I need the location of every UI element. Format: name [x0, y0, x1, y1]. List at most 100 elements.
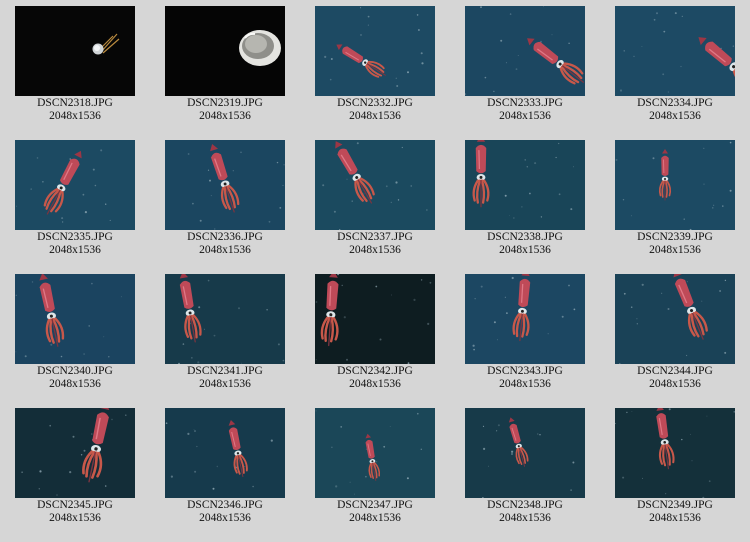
- thumbnail-item[interactable]: DSCN2335.JPG 2048x1536: [15, 140, 135, 274]
- thumbnail-dimensions: 2048x1536: [649, 244, 701, 256]
- thumbnail-dimensions: 2048x1536: [349, 512, 401, 524]
- thumbnail-image[interactable]: [615, 6, 735, 96]
- thumbnail-item[interactable]: DSCN2332.JPG 2048x1536: [315, 6, 435, 140]
- thumbnail-caption: DSCN2337.JPG 2048x1536: [315, 231, 435, 257]
- thumbnail-dimensions: 2048x1536: [49, 110, 101, 122]
- thumbnail-item[interactable]: DSCN2339.JPG 2048x1536: [615, 140, 735, 274]
- thumbnail-filename[interactable]: DSCN2334.JPG: [615, 97, 735, 110]
- thumbnail-item[interactable]: DSCN2346.JPG 2048x1536: [165, 408, 285, 542]
- thumbnail-caption: DSCN2342.JPG 2048x1536: [315, 365, 435, 391]
- thumbnail-dimensions: 2048x1536: [349, 110, 401, 122]
- thumbnail-caption: DSCN2340.JPG 2048x1536: [15, 365, 135, 391]
- thumbnail-caption: DSCN2339.JPG 2048x1536: [615, 231, 735, 257]
- thumbnail-image[interactable]: [15, 408, 135, 498]
- thumbnail-caption: DSCN2341.JPG 2048x1536: [165, 365, 285, 391]
- thumbnail-image[interactable]: [315, 6, 435, 96]
- thumbnail-caption: DSCN2348.JPG 2048x1536: [465, 499, 585, 525]
- thumbnail-image[interactable]: [165, 274, 285, 364]
- thumbnail-filename[interactable]: DSCN2347.JPG: [315, 499, 435, 512]
- thumbnail-filename[interactable]: DSCN2343.JPG: [465, 365, 585, 378]
- thumbnail-filename[interactable]: DSCN2333.JPG: [465, 97, 585, 110]
- thumbnail-item[interactable]: DSCN2340.JPG 2048x1536: [15, 274, 135, 408]
- thumbnail-caption: DSCN2334.JPG 2048x1536: [615, 97, 735, 123]
- thumbnail-dimensions: 2048x1536: [349, 378, 401, 390]
- thumbnail-dimensions: 2048x1536: [49, 378, 101, 390]
- thumbnail-dimensions: 2048x1536: [199, 378, 251, 390]
- thumbnail-image[interactable]: [315, 140, 435, 230]
- thumbnail-dimensions: 2048x1536: [649, 512, 701, 524]
- thumbnail-caption: DSCN2335.JPG 2048x1536: [15, 231, 135, 257]
- thumbnail-image[interactable]: [465, 6, 585, 96]
- thumbnail-image[interactable]: [615, 140, 735, 230]
- thumbnail-caption: DSCN2332.JPG 2048x1536: [315, 97, 435, 123]
- thumbnail-item[interactable]: DSCN2344.JPG 2048x1536: [615, 274, 735, 408]
- thumbnail-caption: DSCN2346.JPG 2048x1536: [165, 499, 285, 525]
- thumbnail-image[interactable]: [165, 6, 285, 96]
- thumbnail-filename[interactable]: DSCN2319.JPG: [165, 97, 285, 110]
- thumbnail-filename[interactable]: DSCN2348.JPG: [465, 499, 585, 512]
- thumbnail-dimensions: 2048x1536: [49, 244, 101, 256]
- thumbnail-filename[interactable]: DSCN2332.JPG: [315, 97, 435, 110]
- thumbnail-item[interactable]: DSCN2334.JPG 2048x1536: [615, 6, 735, 140]
- thumbnail-dimensions: 2048x1536: [199, 512, 251, 524]
- thumbnail-filename[interactable]: DSCN2341.JPG: [165, 365, 285, 378]
- thumbnail-image[interactable]: [15, 140, 135, 230]
- thumbnail-item[interactable]: DSCN2348.JPG 2048x1536: [465, 408, 585, 542]
- thumbnail-item[interactable]: DSCN2343.JPG 2048x1536: [465, 274, 585, 408]
- thumbnail-image[interactable]: [615, 274, 735, 364]
- thumbnail-caption: DSCN2338.JPG 2048x1536: [465, 231, 585, 257]
- thumbnail-image[interactable]: [15, 6, 135, 96]
- thumbnail-item[interactable]: DSCN2345.JPG 2048x1536: [15, 408, 135, 542]
- thumbnail-dimensions: 2048x1536: [499, 512, 551, 524]
- thumbnail-image[interactable]: [315, 408, 435, 498]
- thumbnail-item[interactable]: DSCN2318.JPG 2048x1536: [15, 6, 135, 140]
- thumbnail-image[interactable]: [465, 408, 585, 498]
- thumbnail-filename[interactable]: DSCN2340.JPG: [15, 365, 135, 378]
- thumbnail-item[interactable]: DSCN2349.JPG 2048x1536: [615, 408, 735, 542]
- thumbnail-grid: DSCN2318.JPG 2048x1536 DSCN2319.JPG 2048x15…: [15, 6, 735, 542]
- thumbnail-filename[interactable]: DSCN2337.JPG: [315, 231, 435, 244]
- thumbnail-image[interactable]: [165, 408, 285, 498]
- thumbnail-caption: DSCN2344.JPG 2048x1536: [615, 365, 735, 391]
- thumbnail-dimensions: 2048x1536: [649, 110, 701, 122]
- thumbnail-caption: DSCN2318.JPG 2048x1536: [15, 97, 135, 123]
- thumbnail-image[interactable]: [465, 274, 585, 364]
- thumbnail-filename[interactable]: DSCN2349.JPG: [615, 499, 735, 512]
- thumbnail-filename[interactable]: DSCN2344.JPG: [615, 365, 735, 378]
- thumbnail-item[interactable]: DSCN2341.JPG 2048x1536: [165, 274, 285, 408]
- thumbnail-dimensions: 2048x1536: [349, 244, 401, 256]
- thumbnail-dimensions: 2048x1536: [649, 378, 701, 390]
- thumbnail-filename[interactable]: DSCN2336.JPG: [165, 231, 285, 244]
- thumbnail-filename[interactable]: DSCN2339.JPG: [615, 231, 735, 244]
- thumbnail-caption: DSCN2319.JPG 2048x1536: [165, 97, 285, 123]
- thumbnail-image[interactable]: [15, 274, 135, 364]
- thumbnail-item[interactable]: DSCN2347.JPG 2048x1536: [315, 408, 435, 542]
- thumbnail-item[interactable]: DSCN2337.JPG 2048x1536: [315, 140, 435, 274]
- thumbnail-caption: DSCN2336.JPG 2048x1536: [165, 231, 285, 257]
- thumbnail-filename[interactable]: DSCN2346.JPG: [165, 499, 285, 512]
- thumbnail-dimensions: 2048x1536: [499, 244, 551, 256]
- thumbnail-item[interactable]: DSCN2333.JPG 2048x1536: [465, 6, 585, 140]
- thumbnail-filename[interactable]: DSCN2335.JPG: [15, 231, 135, 244]
- thumbnail-filename[interactable]: DSCN2338.JPG: [465, 231, 585, 244]
- thumbnail-filename[interactable]: DSCN2318.JPG: [15, 97, 135, 110]
- thumbnail-dimensions: 2048x1536: [499, 110, 551, 122]
- thumbnail-dimensions: 2048x1536: [199, 110, 251, 122]
- thumbnail-item[interactable]: DSCN2319.JPG 2048x1536: [165, 6, 285, 140]
- thumbnail-caption: DSCN2343.JPG 2048x1536: [465, 365, 585, 391]
- thumbnail-image[interactable]: [465, 140, 585, 230]
- thumbnail-caption: DSCN2347.JPG 2048x1536: [315, 499, 435, 525]
- thumbnail-image[interactable]: [165, 140, 285, 230]
- thumbnail-item[interactable]: DSCN2342.JPG 2048x1536: [315, 274, 435, 408]
- thumbnail-item[interactable]: DSCN2338.JPG 2048x1536: [465, 140, 585, 274]
- thumbnail-caption: DSCN2345.JPG 2048x1536: [15, 499, 135, 525]
- thumbnail-dimensions: 2048x1536: [199, 244, 251, 256]
- thumbnail-filename[interactable]: DSCN2342.JPG: [315, 365, 435, 378]
- thumbnail-item[interactable]: DSCN2336.JPG 2048x1536: [165, 140, 285, 274]
- thumbnail-dimensions: 2048x1536: [499, 378, 551, 390]
- thumbnail-filename[interactable]: DSCN2345.JPG: [15, 499, 135, 512]
- thumbnail-caption: DSCN2349.JPG 2048x1536: [615, 499, 735, 525]
- thumbnail-image[interactable]: [615, 408, 735, 498]
- jellyfish-figure: [239, 30, 281, 66]
- thumbnail-image[interactable]: [315, 274, 435, 364]
